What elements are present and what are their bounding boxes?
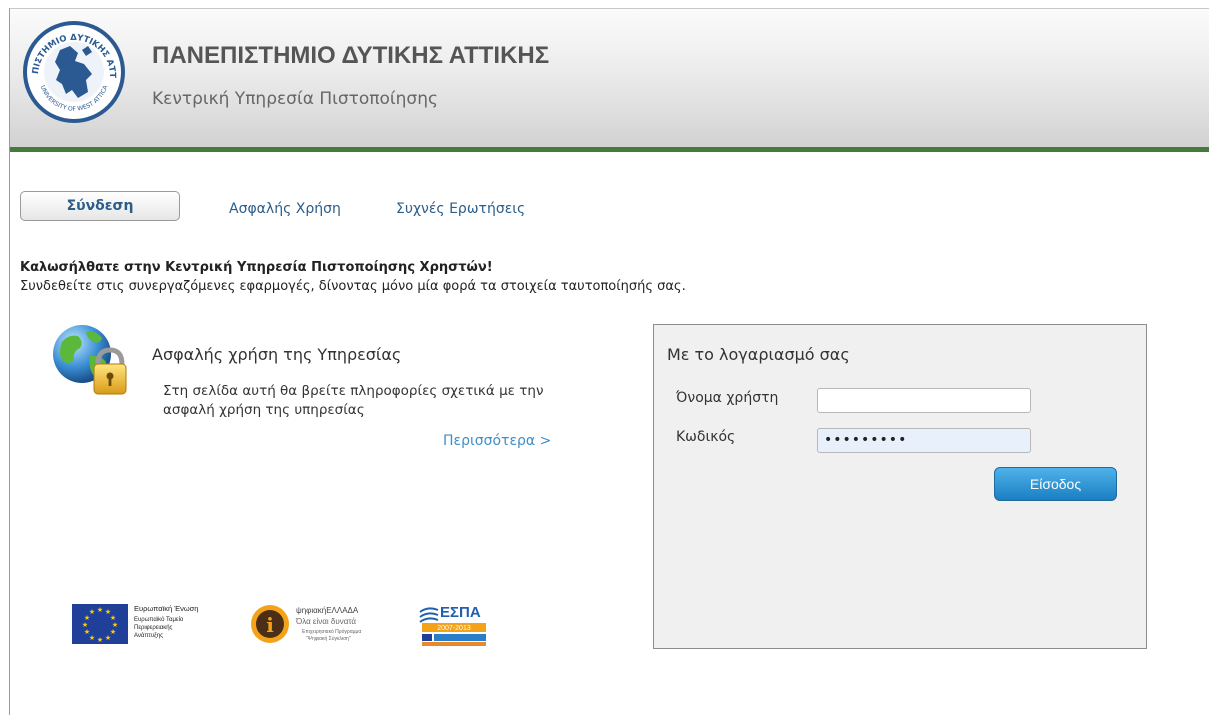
- tab-login[interactable]: Σύνδεση: [20, 191, 180, 221]
- password-label: Κωδικός: [676, 429, 736, 445]
- tab-faq[interactable]: Συχνές Ερωτήσεις: [396, 201, 525, 217]
- svg-text:★: ★: [84, 628, 90, 636]
- svg-text:★: ★: [89, 608, 95, 616]
- welcome-text: Συνδεθείτε στις συνεργαζόμενες εφαρμογές…: [20, 279, 686, 294]
- svg-text:★: ★: [97, 636, 103, 644]
- svg-text:Ανάπτυξης: Ανάπτυξης: [134, 632, 163, 639]
- university-seal-icon: ΠΑΝΕΠΙΣΤΗΜΙΟ ΔΥΤΙΚΗΣ ΑΤΤΙΚΗΣ UNIVERSITY …: [22, 20, 125, 123]
- globe-padlock-icon: [53, 325, 127, 395]
- espa-icon: ΕΣΠΑ 2007-2013: [419, 604, 486, 646]
- svg-text:Ευρωπαϊκό Ταμείο: Ευρωπαϊκό Ταμείο: [134, 616, 184, 623]
- more-link[interactable]: Περισσότερα >: [443, 433, 551, 449]
- svg-text:Επιχειρησιακό Πρόγραμμα: Επιχειρησιακό Πρόγραμμα: [302, 628, 361, 635]
- password-field[interactable]: •••••••••: [817, 428, 1031, 453]
- welcome-heading: Καλωσήλθατε στην Κεντρική Υπηρεσία Πιστο…: [20, 260, 493, 275]
- svg-text:Όλα είναι δυνατά: Όλα είναι δυνατά: [295, 617, 356, 626]
- secure-use-text: Στη σελίδα αυτή θα βρείτε πληροφορίες σχ…: [163, 383, 544, 418]
- login-panel: Με το λογαριασμό σας Όνομα χρήστη Κωδικό…: [653, 324, 1147, 649]
- username-label: Όνομα χρήστη: [676, 390, 779, 406]
- svg-text:ψηφιακήΕΛΛΑΔΑ: ψηφιακήΕΛΛΑΔΑ: [296, 606, 359, 615]
- eu-flag-icon: ★ ★★ ★★★ ★★★ ★★★ Ευρωπαϊκή Ένωση Ευρωπαϊκ…: [72, 604, 198, 644]
- tab-secure-use[interactable]: Ασφαλής Χρήση: [229, 201, 341, 217]
- psifiaki-ellada-icon: i ψηφιακήΕΛΛΑΔΑ Όλα είναι δυνατά Επιχειρ…: [251, 605, 361, 643]
- header-accent-line: [10, 147, 1209, 152]
- secure-use-title: Ασφαλής χρήση της Υπηρεσίας: [152, 345, 402, 364]
- svg-text:2007-2013: 2007-2013: [437, 625, 471, 632]
- svg-text:"Ψηφιακή Σύγκλιση": "Ψηφιακή Σύγκλιση": [306, 635, 351, 642]
- svg-text:★: ★: [105, 634, 111, 642]
- username-field[interactable]: [817, 388, 1031, 413]
- svg-text:Περιφερειακής: Περιφερειακής: [134, 624, 173, 631]
- page-title: ΠΑΝΕΠΙΣΤΗΜΙΟ ΔΥΤΙΚΗΣ ΑΤΤΙΚΗΣ: [152, 42, 550, 69]
- svg-text:★: ★: [82, 621, 88, 629]
- page-subtitle: Κεντρική Υπηρεσία Πιστοποίησης: [152, 89, 438, 109]
- login-panel-title: Με το λογαριασμό σας: [667, 345, 850, 364]
- header-bar: [10, 9, 1209, 147]
- login-button[interactable]: Είσοδος: [994, 467, 1117, 501]
- svg-text:i: i: [266, 613, 274, 637]
- svg-text:ΕΣΠΑ: ΕΣΠΑ: [440, 604, 481, 621]
- svg-text:★: ★: [97, 606, 103, 614]
- svg-text:Ευρωπαϊκή Ένωση: Ευρωπαϊκή Ένωση: [134, 604, 198, 613]
